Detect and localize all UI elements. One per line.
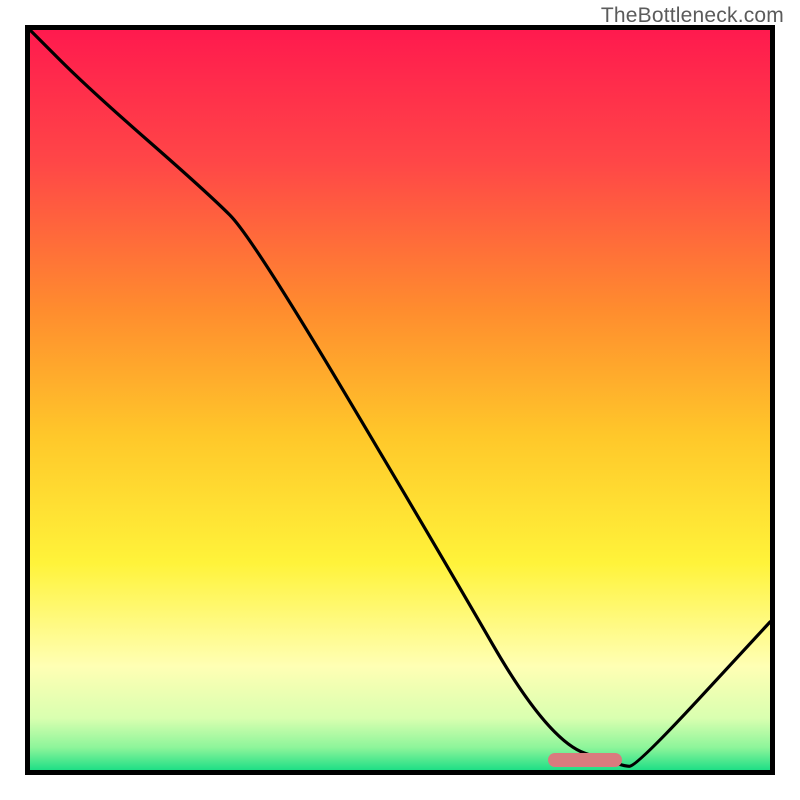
watermark-text: TheBottleneck.com	[601, 4, 784, 28]
curve-path	[30, 30, 770, 766]
chart-frame	[25, 25, 775, 775]
bottleneck-curve	[30, 30, 770, 770]
optimal-range-marker	[548, 753, 622, 767]
